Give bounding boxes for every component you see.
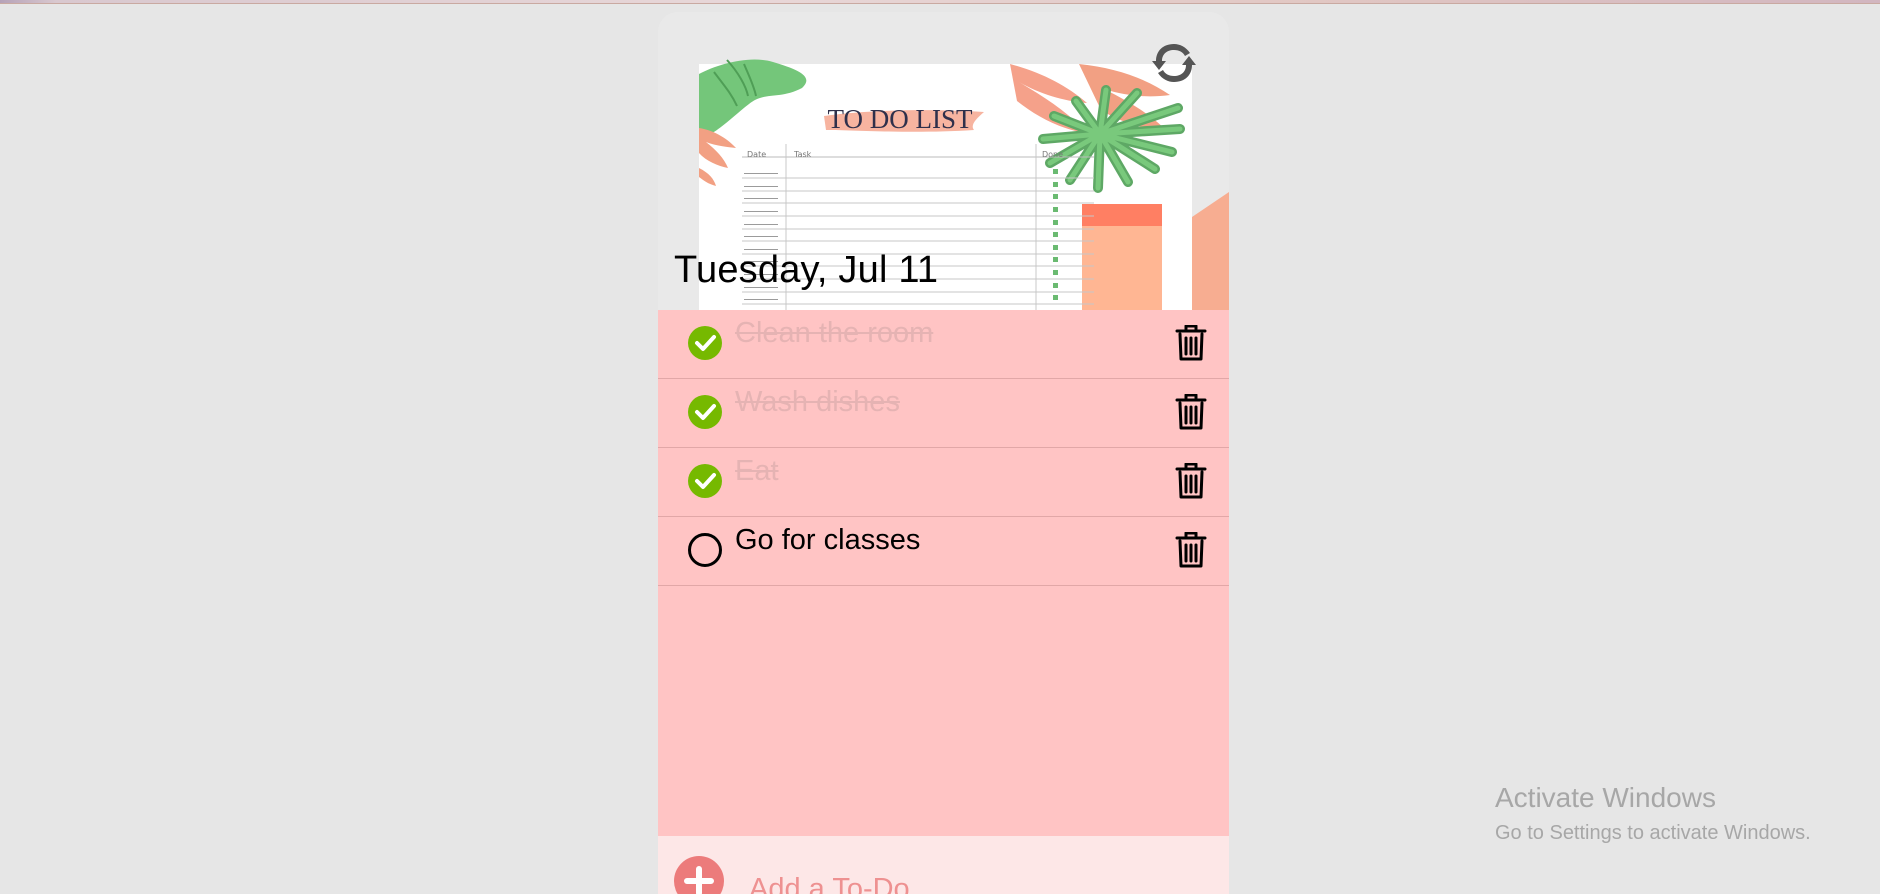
todo-text: Eat: [735, 455, 779, 487]
trash-icon[interactable]: [1175, 393, 1207, 430]
watermark-subtitle: Go to Settings to activate Windows.: [1495, 822, 1811, 844]
svg-text:Done: Done: [1042, 150, 1063, 159]
check-icon[interactable]: [688, 464, 722, 498]
refresh-icon[interactable]: [1151, 40, 1197, 86]
todo-text: Wash dishes: [735, 386, 900, 418]
circle-icon[interactable]: [688, 533, 722, 567]
watermark-title: Activate Windows: [1495, 782, 1716, 813]
windows-activation-watermark: Activate Windows Go to Settings to activ…: [1495, 782, 1811, 845]
current-date: Tuesday, Jul 11: [674, 249, 939, 291]
todo-item-eat: Eat: [658, 448, 1229, 517]
todo-item-wash-dishes: Wash dishes: [658, 379, 1229, 448]
todo-text: Go for classes: [735, 524, 921, 556]
todo-item-go-for-classes: Go for classes: [658, 517, 1229, 586]
todo-item-clean-the-room: Clean the room: [658, 310, 1229, 379]
add-todo-bar: Add a To-Do: [658, 836, 1229, 894]
check-icon[interactable]: [688, 395, 722, 429]
svg-text:TO DO LIST: TO DO LIST: [828, 104, 974, 134]
todo-app: TO DO LIST Date Task Done Tuesday, Jul 1…: [658, 12, 1229, 894]
header: TO DO LIST Date Task Done Tuesday, Jul 1…: [658, 12, 1229, 310]
add-todo-input[interactable]: Add a To-Do: [749, 873, 910, 894]
svg-text:Date: Date: [747, 150, 766, 159]
todo-text: Clean the room: [735, 317, 934, 349]
browser-top-strip: [0, 0, 1880, 4]
svg-text:Task: Task: [793, 150, 812, 159]
trash-icon[interactable]: [1175, 324, 1207, 361]
plus-icon[interactable]: [674, 856, 724, 894]
trash-icon[interactable]: [1175, 531, 1207, 568]
trash-icon[interactable]: [1175, 462, 1207, 499]
check-icon[interactable]: [688, 326, 722, 360]
todo-list: Clean the room Wash dishes Eat Go for cl…: [658, 310, 1229, 836]
